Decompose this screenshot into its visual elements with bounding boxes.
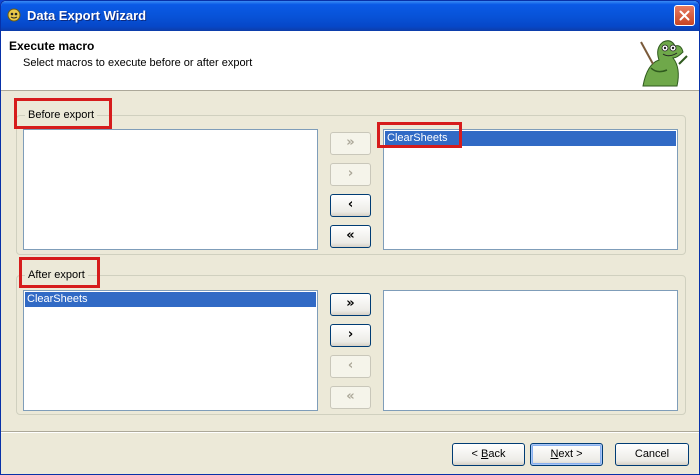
- after-available-list[interactable]: ClearSheets: [23, 290, 318, 411]
- page-title: Execute macro: [9, 39, 95, 53]
- close-button[interactable]: [674, 5, 695, 26]
- list-item[interactable]: ClearSheets: [25, 292, 316, 307]
- before-available-list[interactable]: [23, 129, 318, 250]
- back-button[interactable]: < Back: [452, 443, 525, 466]
- page-subtitle: Select macros to execute before or after…: [23, 57, 253, 69]
- after-export-label-highlight: [19, 257, 100, 288]
- after-move-left-button[interactable]: ‹: [330, 355, 371, 378]
- back-rest: ack: [488, 448, 506, 460]
- footer-separator: [1, 431, 699, 433]
- before-move-all-left-button[interactable]: «: [330, 225, 371, 248]
- before-move-all-right-button[interactable]: »: [330, 132, 371, 155]
- back-prefix: <: [471, 448, 481, 460]
- before-move-right-button[interactable]: ›: [330, 163, 371, 186]
- after-move-all-right-button[interactable]: »: [330, 293, 371, 316]
- wizard-window: Data Export Wizard Execute macro Select …: [0, 0, 700, 475]
- before-selected-item-highlight: [377, 122, 462, 148]
- window-title: Data Export Wizard: [27, 8, 147, 23]
- before-move-left-button[interactable]: ‹: [330, 194, 371, 217]
- wizard-header: Execute macro Select macros to execute b…: [1, 31, 699, 91]
- cancel-button[interactable]: Cancel: [615, 443, 689, 466]
- after-selected-list[interactable]: [383, 290, 678, 411]
- after-move-all-left-button[interactable]: «: [330, 386, 371, 409]
- next-button[interactable]: Next >: [530, 443, 603, 466]
- mascot-logo: [637, 34, 691, 88]
- before-export-label-highlight: [14, 98, 112, 129]
- title-bar[interactable]: Data Export Wizard: [1, 1, 699, 31]
- app-icon: [7, 8, 21, 22]
- next-rest: ext >: [558, 448, 583, 460]
- close-icon: [679, 10, 690, 21]
- after-move-right-button[interactable]: ›: [330, 324, 371, 347]
